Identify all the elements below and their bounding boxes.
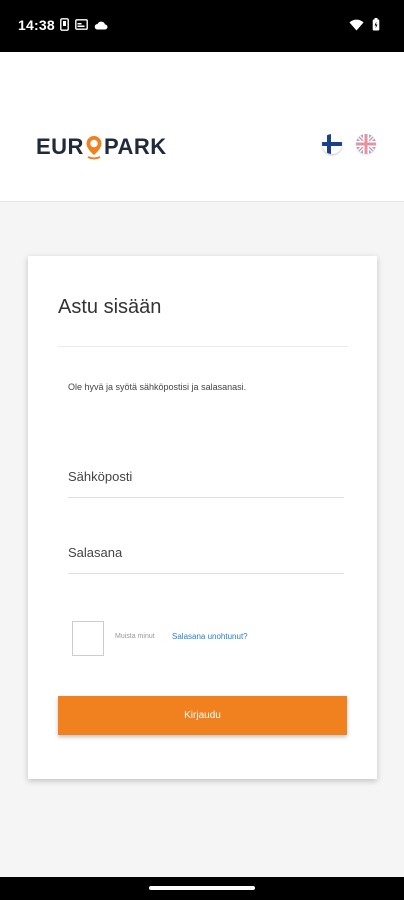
status-left-icons (60, 18, 108, 31)
page-title: Astu sisään (58, 296, 162, 318)
english-flag-icon[interactable] (356, 134, 376, 154)
card-icon (75, 19, 88, 30)
intro-text: Ole hyvä ja syötä sähköpostisi ja salasa… (68, 382, 247, 392)
app-header: EUR PARK (0, 52, 404, 202)
home-indicator[interactable] (149, 886, 255, 890)
cloud-icon (94, 21, 108, 29)
login-card: Astu sisään Ole hyvä ja syötä sähköposti… (28, 256, 377, 779)
remember-me-checkbox[interactable] (72, 621, 104, 656)
email-field-container (68, 456, 344, 498)
login-button[interactable]: Kirjaudu (58, 696, 347, 735)
wifi-icon (349, 19, 364, 30)
remember-me-label: Muista minut (115, 633, 155, 640)
title-divider (58, 346, 348, 347)
language-selector (322, 134, 376, 154)
logo-text-left: EUR (36, 134, 84, 159)
battery-icon (372, 18, 380, 31)
phone-icon (60, 18, 69, 31)
email-field[interactable] (68, 456, 344, 497)
status-right-icons (349, 18, 380, 31)
status-bar: 14:38 (0, 0, 404, 52)
status-time: 14:38 (18, 17, 55, 33)
finnish-flag-icon[interactable] (322, 134, 342, 154)
forgot-password-link[interactable]: Salasana unohtunut? (172, 632, 248, 641)
europark-logo: EUR PARK (36, 132, 167, 162)
logo-text-right: PARK (103, 134, 167, 159)
location-pin-icon (85, 135, 103, 160)
password-field-container (68, 532, 344, 574)
password-field[interactable] (68, 532, 344, 573)
